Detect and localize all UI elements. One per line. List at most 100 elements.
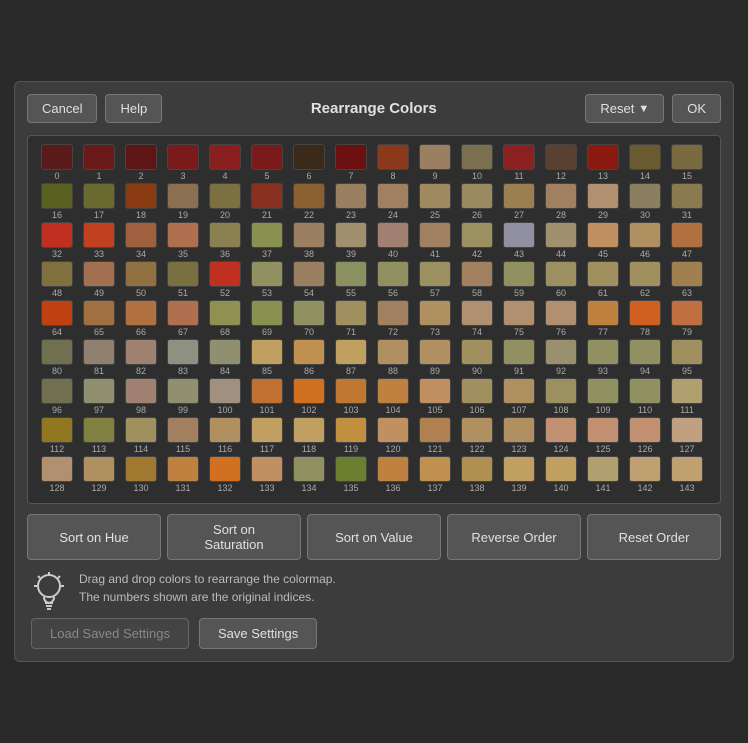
color-cell[interactable]: 77 [582,300,624,337]
color-cell[interactable]: 98 [120,378,162,415]
color-cell[interactable]: 9 [414,144,456,181]
color-cell[interactable]: 30 [624,183,666,220]
color-cell[interactable]: 54 [288,261,330,298]
color-cell[interactable]: 143 [666,456,708,493]
color-cell[interactable]: 34 [120,222,162,259]
color-cell[interactable]: 107 [498,378,540,415]
color-cell[interactable]: 26 [456,183,498,220]
color-cell[interactable]: 1 [78,144,120,181]
color-cell[interactable]: 88 [372,339,414,376]
color-cell[interactable]: 82 [120,339,162,376]
color-cell[interactable]: 69 [246,300,288,337]
color-cell[interactable]: 132 [204,456,246,493]
sort-value-button[interactable]: Sort on Value [307,514,441,560]
color-cell[interactable]: 86 [288,339,330,376]
color-cell[interactable]: 64 [36,300,78,337]
color-cell[interactable]: 133 [246,456,288,493]
color-cell[interactable]: 55 [330,261,372,298]
load-settings-button[interactable]: Load Saved Settings [31,618,189,649]
color-cell[interactable]: 50 [120,261,162,298]
color-cell[interactable]: 37 [246,222,288,259]
color-cell[interactable]: 87 [330,339,372,376]
color-cell[interactable]: 16 [36,183,78,220]
color-cell[interactable]: 79 [666,300,708,337]
color-cell[interactable]: 28 [540,183,582,220]
reset-order-button[interactable]: Reset Order [587,514,721,560]
color-cell[interactable]: 12 [540,144,582,181]
color-cell[interactable]: 10 [456,144,498,181]
color-cell[interactable]: 121 [414,417,456,454]
color-cell[interactable]: 15 [666,144,708,181]
color-cell[interactable]: 131 [162,456,204,493]
color-cell[interactable]: 83 [162,339,204,376]
color-cell[interactable]: 7 [330,144,372,181]
color-cell[interactable]: 46 [624,222,666,259]
color-cell[interactable]: 14 [624,144,666,181]
color-cell[interactable]: 61 [582,261,624,298]
color-cell[interactable]: 136 [372,456,414,493]
color-cell[interactable]: 42 [456,222,498,259]
color-cell[interactable]: 101 [246,378,288,415]
color-cell[interactable]: 0 [36,144,78,181]
color-cell[interactable]: 102 [288,378,330,415]
color-cell[interactable]: 114 [120,417,162,454]
color-cell[interactable]: 111 [666,378,708,415]
color-cell[interactable]: 52 [204,261,246,298]
color-cell[interactable]: 39 [330,222,372,259]
color-cell[interactable]: 11 [498,144,540,181]
color-cell[interactable]: 72 [372,300,414,337]
color-cell[interactable]: 118 [288,417,330,454]
color-cell[interactable]: 97 [78,378,120,415]
color-cell[interactable]: 137 [414,456,456,493]
color-cell[interactable]: 6 [288,144,330,181]
color-cell[interactable]: 116 [204,417,246,454]
ok-button[interactable]: OK [672,94,721,123]
color-cell[interactable]: 57 [414,261,456,298]
color-cell[interactable]: 36 [204,222,246,259]
color-cell[interactable]: 19 [162,183,204,220]
color-cell[interactable]: 49 [78,261,120,298]
color-cell[interactable]: 40 [372,222,414,259]
color-cell[interactable]: 140 [540,456,582,493]
color-cell[interactable]: 120 [372,417,414,454]
color-cell[interactable]: 33 [78,222,120,259]
color-cell[interactable]: 138 [456,456,498,493]
color-cell[interactable]: 67 [162,300,204,337]
color-cell[interactable]: 112 [36,417,78,454]
sort-hue-button[interactable]: Sort on Hue [27,514,161,560]
color-cell[interactable]: 103 [330,378,372,415]
reset-button[interactable]: Reset ▼ [585,94,664,123]
color-cell[interactable]: 141 [582,456,624,493]
color-cell[interactable]: 81 [78,339,120,376]
color-cell[interactable]: 104 [372,378,414,415]
color-cell[interactable]: 142 [624,456,666,493]
color-cell[interactable]: 2 [120,144,162,181]
color-cell[interactable]: 108 [540,378,582,415]
color-cell[interactable]: 106 [456,378,498,415]
color-cell[interactable]: 8 [372,144,414,181]
color-cell[interactable]: 91 [498,339,540,376]
color-cell[interactable]: 43 [498,222,540,259]
color-cell[interactable]: 115 [162,417,204,454]
color-cell[interactable]: 129 [78,456,120,493]
color-cell[interactable]: 78 [624,300,666,337]
color-cell[interactable]: 80 [36,339,78,376]
color-cell[interactable]: 134 [288,456,330,493]
color-cell[interactable]: 56 [372,261,414,298]
color-cell[interactable]: 85 [246,339,288,376]
color-cell[interactable]: 135 [330,456,372,493]
color-cell[interactable]: 44 [540,222,582,259]
color-cell[interactable]: 24 [372,183,414,220]
color-cell[interactable]: 21 [246,183,288,220]
color-cell[interactable]: 90 [456,339,498,376]
color-cell[interactable]: 105 [414,378,456,415]
color-cell[interactable]: 92 [540,339,582,376]
color-cell[interactable]: 47 [666,222,708,259]
color-cell[interactable]: 18 [120,183,162,220]
color-cell[interactable]: 100 [204,378,246,415]
help-button[interactable]: Help [105,94,162,123]
color-cell[interactable]: 119 [330,417,372,454]
color-cell[interactable]: 110 [624,378,666,415]
color-cell[interactable]: 139 [498,456,540,493]
color-cell[interactable]: 53 [246,261,288,298]
